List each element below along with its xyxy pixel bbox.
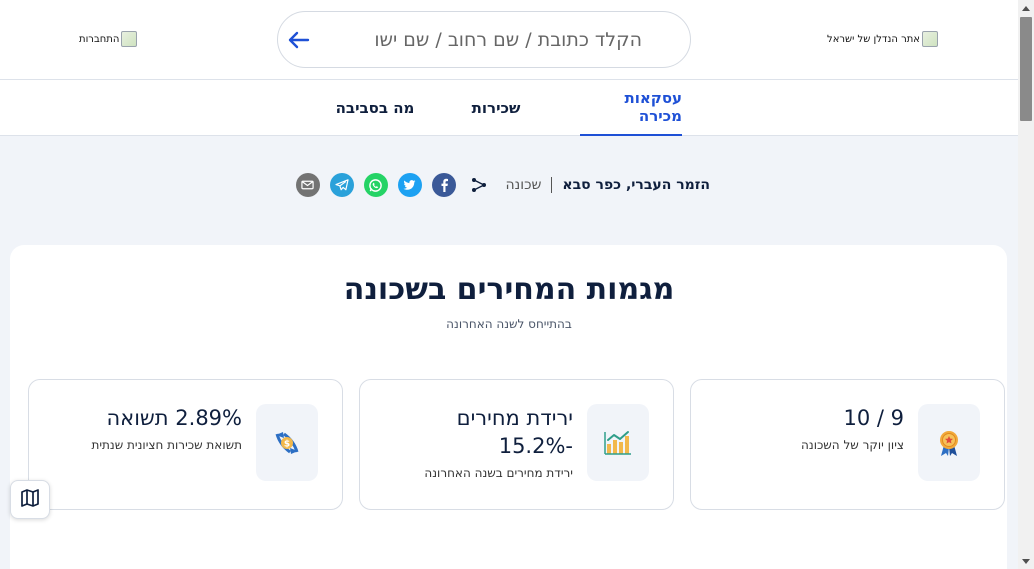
share-icon[interactable] [470,176,488,194]
scrollbar[interactable] [1018,0,1034,569]
nav-tabs: עסקאות מכירה שכירות מה בסביבה [0,80,1018,136]
search-bar [277,11,691,68]
tab-whats-around[interactable]: מה בסביבה [330,80,420,136]
money-exchange-icon: $ [256,404,318,481]
search-input[interactable] [342,24,642,56]
broken-image-icon [121,31,138,47]
login-label: התחברות [79,33,120,45]
stat-label: ירידת מחירים בשנה האחרונה [424,466,573,480]
email-icon[interactable] [295,173,320,197]
address-type: שכונה [505,177,542,193]
telegram-icon[interactable] [329,173,354,197]
section-title: מגמות המחירים בשכונה [343,272,675,307]
stat-card-cost-score: 9 / 10 ציון יוקר של השכונה [690,379,1005,510]
page: אתר הנדלן של ישראל התחברות עסקאות מכירה … [0,0,1018,569]
svg-text:$: $ [284,439,290,449]
tab-sales-transactions[interactable]: עסקאות מכירה [580,80,682,136]
brand-logo[interactable]: אתר הנדלן של ישראל [827,31,938,47]
stat-value: ירידת מחירים [456,406,573,430]
chart-down-icon [587,404,649,481]
header: אתר הנדלן של ישראל התחברות [0,0,1018,80]
stat-text: ירידת מחירים -15.2% ירידת מחירים בשנה הא… [424,404,573,480]
section-subtitle: בהתייחס לשנה האחרונה [446,317,572,331]
login-link[interactable]: התחברות [79,31,138,47]
stat-label: תשואת שכירות חציונית שנתית [91,438,242,452]
stat-value: 2.89% תשואה [106,406,242,430]
divider [551,177,553,193]
tab-rentals[interactable]: שכירות [466,80,526,136]
broken-image-icon [922,31,938,47]
search-arrow-icon[interactable] [284,26,312,54]
stat-card-price-drop: ירידת מחירים -15.2% ירידת מחירים בשנה הא… [359,379,674,510]
stat-card-rental-yield: $ 2.89% תשואה תשואת שכירות חציונית שנתית [28,379,343,510]
whatsapp-icon[interactable] [363,173,388,197]
twitter-icon[interactable] [397,173,422,197]
map-toggle-button[interactable] [10,480,50,519]
map-icon [20,488,40,511]
stat-label: ציון יוקר של השכונה [801,438,904,452]
stat-value: 9 / 10 [843,406,904,430]
address-title: הזמר העברי, כפר סבא [562,177,710,193]
stat-text: 2.89% תשואה תשואת שכירות חציונית שנתית [91,404,242,452]
brand-logo-alt: אתר הנדלן של ישראל [827,33,920,45]
stat-text: 9 / 10 ציון יוקר של השכונה [801,404,904,452]
address-row: הזמר העברי, כפר סבא שכונה [295,170,710,200]
scroll-down-arrow-icon[interactable] [1018,553,1034,569]
scrollbar-thumb[interactable] [1020,17,1032,121]
scroll-up-arrow-icon[interactable] [1018,0,1034,16]
facebook-icon[interactable] [431,173,456,197]
stat-percentage: -15.2% [498,434,573,458]
award-ribbon-icon [918,404,980,481]
